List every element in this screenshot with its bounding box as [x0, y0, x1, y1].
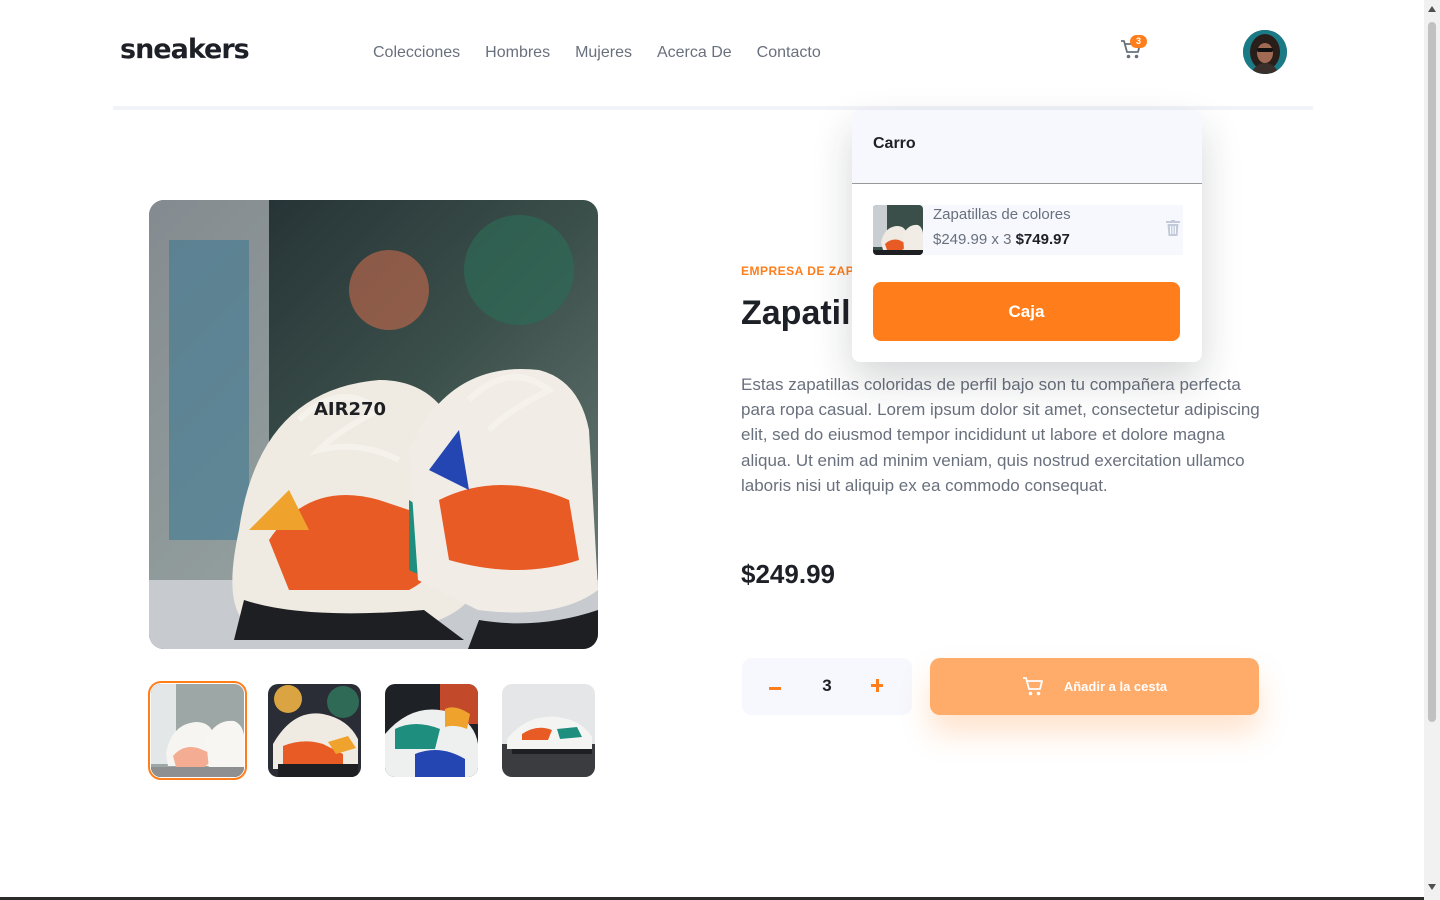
- thumbnail-4[interactable]: [502, 684, 595, 777]
- nav-item-acerca-de[interactable]: Acerca De: [657, 44, 732, 62]
- main-nav: Colecciones Hombres Mujeres Acerca De Co…: [373, 44, 846, 62]
- cart-item-unit-price: $249.99: [933, 231, 988, 248]
- thumbnail-3[interactable]: [385, 684, 478, 777]
- quantity-stepper: 3: [742, 658, 912, 715]
- cart-icon: [1022, 676, 1043, 695]
- product-price: $249.99: [741, 559, 835, 589]
- cart-item-qty: x 3: [991, 231, 1012, 248]
- nav-item-hombres[interactable]: Hombres: [485, 44, 550, 62]
- avatar[interactable]: [1243, 30, 1287, 74]
- site-header: sneakers Colecciones Hombres Mujeres Ace…: [113, 0, 1313, 110]
- trash-icon[interactable]: [1166, 220, 1180, 236]
- cart-dropdown: Carro Zapatillas de colores $249.99 x 3 …: [852, 110, 1202, 362]
- cart-item-name: Zapatillas de colores: [933, 206, 1071, 223]
- add-to-cart-button[interactable]: Añadir a la cesta: [930, 658, 1259, 715]
- scroll-up-arrow[interactable]: [1428, 6, 1436, 12]
- cart-item-total: $749.97: [1015, 231, 1070, 248]
- thumbnail-1[interactable]: [148, 681, 247, 780]
- nav-item-mujeres[interactable]: Mujeres: [575, 44, 632, 62]
- add-to-cart-label: Añadir a la cesta: [1063, 679, 1168, 694]
- quantity-value: 3: [822, 676, 832, 695]
- thumbnail-2[interactable]: [268, 684, 361, 777]
- cart-item-thumbnail: [873, 205, 923, 255]
- scroll-down-arrow[interactable]: [1428, 884, 1436, 890]
- nav-item-contacto[interactable]: Contacto: [757, 44, 821, 62]
- checkout-button[interactable]: Caja: [873, 282, 1180, 341]
- scroll-thumb[interactable]: [1428, 22, 1436, 722]
- cart-item-price-line: $249.99 x 3 $749.97: [933, 231, 1070, 248]
- svg-text:AIR270: AIR270: [314, 399, 386, 420]
- cart-item: Zapatillas de colores $249.99 x 3 $749.9…: [873, 205, 1183, 255]
- nav-item-colecciones[interactable]: Colecciones: [373, 44, 460, 62]
- logo[interactable]: sneakers: [120, 34, 250, 65]
- product-description: Estas zapatillas coloridas de perfil baj…: [741, 375, 1260, 495]
- cart-title: Carro: [852, 110, 1202, 184]
- cart-count-badge: 3: [1130, 35, 1147, 48]
- plus-icon[interactable]: [870, 675, 886, 695]
- main-product-image[interactable]: AIR270: [149, 200, 598, 649]
- scrollbar[interactable]: [1424, 0, 1440, 900]
